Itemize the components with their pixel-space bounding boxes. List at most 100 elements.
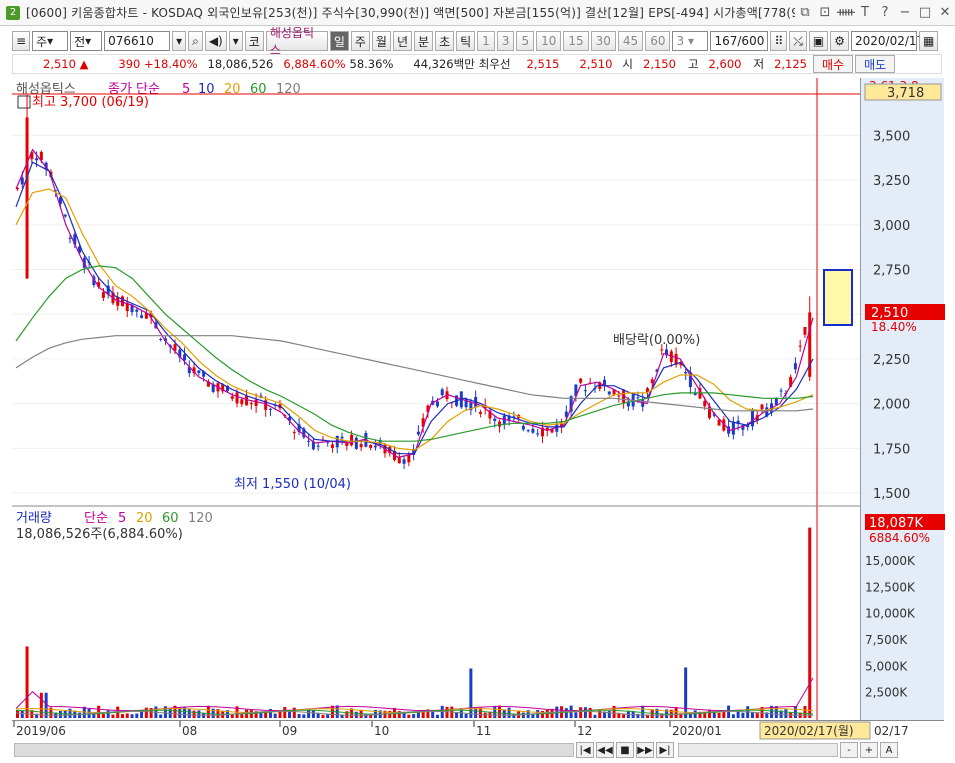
candle-body [183, 354, 187, 361]
tools-icon[interactable]: ⤯ [789, 31, 807, 51]
tab-week[interactable]: 주 [350, 31, 370, 51]
nav-first-button[interactable]: |◀ [576, 742, 594, 758]
nav-stop-button[interactable]: ■ [616, 742, 634, 758]
interval-1[interactable]: 1 [477, 31, 495, 51]
ma-5-label: 5 [182, 82, 190, 97]
tab-day[interactable]: 일 [329, 31, 349, 51]
gear-icon[interactable]: ⚙ [830, 31, 849, 51]
volume-bar [106, 710, 110, 718]
volume-bar [125, 713, 129, 718]
sound-icon[interactable]: ◀) [204, 31, 227, 51]
code-mode-button[interactable]: 코 [244, 31, 264, 51]
maximize-icon[interactable]: □ [917, 5, 933, 20]
code-dropdown-icon[interactable]: ▾ [172, 31, 187, 51]
pin-icon[interactable]: ᚔ [837, 5, 855, 20]
text-icon[interactable]: T [857, 5, 873, 20]
chart-svg[interactable]: 해성옵틱스 종가 단순 5 10 20 60 120 최고 3,700 (06/… [12, 78, 860, 720]
auto-scale-button[interactable]: A [880, 742, 898, 758]
vol-tick-label: 12,500K [865, 580, 916, 594]
candle-body [521, 425, 525, 430]
stock-name-label: 해성옵틱스 [265, 26, 328, 57]
volume-bar [187, 708, 191, 718]
help-icon[interactable]: ? [877, 5, 893, 20]
candle-body [793, 363, 797, 370]
save-icon[interactable]: ▣ [808, 31, 829, 51]
sell-button[interactable]: 매도 [855, 55, 896, 73]
zoom-in-button[interactable]: + [860, 742, 878, 758]
interval-input-value: 3 [676, 34, 685, 48]
volume-bar [278, 711, 282, 718]
volume-bar [321, 714, 325, 718]
nav-rewind-button[interactable]: ◀◀ [596, 742, 614, 758]
interval-3[interactable]: 3 [496, 31, 515, 51]
calendar-icon[interactable]: ▦ [919, 31, 939, 51]
candle-body [359, 443, 363, 448]
volume-bar [135, 713, 139, 718]
volume-ma-label: 단순 [84, 511, 108, 526]
chart-scrollbar[interactable] [14, 743, 574, 757]
x-axis-label: 11 [476, 724, 491, 738]
interval-input[interactable]: 3 ▾ [672, 31, 709, 51]
vol-tick-label: 10,000K [865, 607, 916, 621]
trade-amount: 44,326백만 [413, 57, 475, 71]
axis-volume-current: 18,087K [869, 516, 923, 531]
candle-body [579, 378, 583, 383]
volume-bar [292, 707, 296, 718]
market-select[interactable]: 주 ▾ [32, 31, 69, 51]
volume-bar [774, 706, 778, 718]
ma-60-label: 60 [250, 82, 267, 97]
date-input[interactable]: 2020/02/17 [851, 31, 924, 51]
chart-canvas[interactable]: 해성옵틱스 종가 단순 5 10 20 60 120 최고 3,700 (06/… [12, 78, 860, 720]
volume-bar [507, 707, 511, 718]
candle-body [397, 457, 401, 464]
nav-last-button[interactable]: ▶| [656, 742, 674, 758]
quote-info-bar: 2,510 ▲ 390 +18.40% 18,086,526 6,884.60%… [12, 54, 942, 74]
interval-10[interactable]: 10 [536, 31, 562, 51]
candle-body [350, 434, 354, 446]
axis-current-pct: 18.40% [871, 320, 917, 334]
tab-second[interactable]: 초 [435, 31, 455, 51]
tab-minute[interactable]: 분 [414, 31, 434, 51]
volume-bar [25, 646, 29, 718]
candle-body [760, 404, 764, 410]
volume-bar [78, 712, 82, 718]
annotation-icon[interactable] [17, 95, 31, 109]
tab-tick[interactable]: 틱 [456, 31, 476, 51]
count-input[interactable]: 167/600 [710, 31, 769, 51]
candle-body [440, 389, 444, 396]
candle-body [373, 445, 377, 448]
close-icon[interactable]: ✕ [937, 5, 953, 20]
current-price: 2,510 ▲ [43, 57, 89, 71]
volume-bar [808, 527, 812, 718]
zoom-out-button[interactable]: - [840, 742, 858, 758]
grid-icon[interactable]: ⠿ [770, 31, 788, 51]
nav-forward-button[interactable]: ▶▶ [636, 742, 654, 758]
tab-year[interactable]: 년 [392, 31, 413, 51]
stock-code-input[interactable]: 076610 [104, 31, 171, 51]
menu-icon[interactable]: ≡ [12, 31, 31, 51]
restore-icon[interactable]: ⊡ [817, 5, 833, 20]
zoom-slider[interactable] [678, 743, 838, 757]
minimize-icon[interactable]: − [897, 5, 913, 20]
interval-60[interactable]: 60 [645, 31, 671, 51]
tab-month[interactable]: 월 [371, 31, 391, 51]
interval-15[interactable]: 15 [563, 31, 589, 51]
link-icon[interactable]: ⧉ [797, 5, 813, 20]
sound-dropdown-icon[interactable]: ▾ [228, 31, 243, 51]
price-axis[interactable]: 3,61,3,8 3,718 3,5003,2503,0002,7502,500… [860, 78, 945, 720]
candle-body [140, 315, 144, 318]
forecast-box[interactable] [823, 269, 853, 326]
interval-45[interactable]: 45 [617, 31, 644, 51]
candle-body [254, 399, 258, 407]
interval-5[interactable]: 5 [516, 31, 535, 51]
volume-bar [58, 711, 62, 718]
volume-bar [445, 706, 449, 718]
interval-30[interactable]: 30 [590, 31, 616, 51]
search-icon[interactable]: ⌕ [188, 31, 203, 51]
buy-button[interactable]: 매수 [813, 55, 854, 73]
axis-svg: 3,61,3,8 3,718 3,5003,2503,0002,7502,500… [864, 79, 945, 700]
volume-bar [197, 710, 201, 718]
volume-bar [435, 714, 439, 718]
chart-window: 2 [0600] 키움종합차트 - KOSDAQ 외국인보유[253(천)] 주… [0, 0, 955, 763]
period-select[interactable]: 전 ▾ [70, 31, 103, 51]
